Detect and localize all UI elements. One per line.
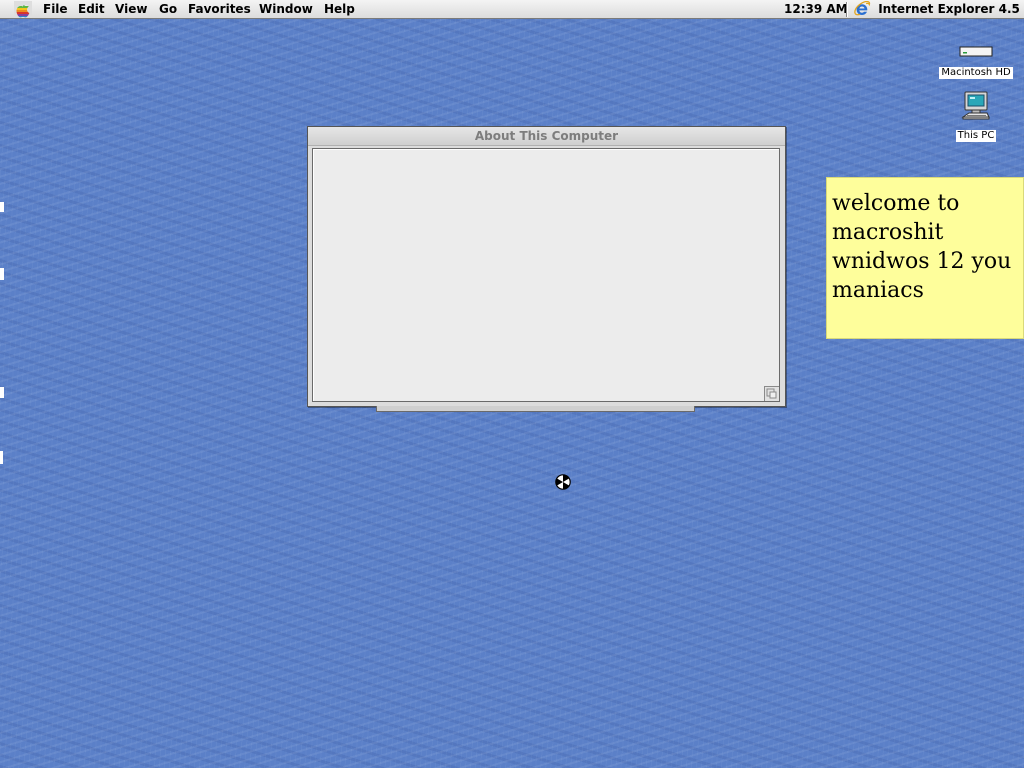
- busy-beachball-icon: [555, 474, 571, 490]
- resize-grow-box[interactable]: [764, 386, 779, 401]
- application-menu[interactable]: Internet Explorer 4.5: [853, 1, 1020, 18]
- window-title: About This Computer: [474, 129, 619, 143]
- sticky-note[interactable]: welcome to macroshit wnidwos 12 you mani…: [826, 177, 1024, 339]
- sticky-note-text[interactable]: welcome to macroshit wnidwos 12 you mani…: [832, 189, 1019, 305]
- window-bottom-tab: [376, 406, 695, 412]
- macintosh-hd-label: Macintosh HD: [939, 67, 1013, 79]
- menubar-clock[interactable]: 12:39 AM: [784, 2, 848, 17]
- computer-icon: [961, 91, 990, 120]
- window-content-area: [312, 148, 780, 402]
- this-pc-label: This PC: [955, 130, 997, 142]
- desktop-icon-this-pc[interactable]: This PC: [948, 90, 1004, 142]
- menu-window[interactable]: Window: [259, 2, 313, 17]
- resize-icon: [766, 388, 777, 399]
- about-this-computer-window[interactable]: About This Computer: [307, 126, 786, 407]
- desktop-icon-macintosh-hd[interactable]: Macintosh HD: [938, 45, 1014, 79]
- apple-menu-icon[interactable]: [14, 1, 32, 18]
- offscreen-icon-label-3[interactable]: [0, 387, 4, 398]
- menu-file[interactable]: File: [43, 2, 68, 17]
- active-app-name: Internet Explorer 4.5: [878, 2, 1020, 16]
- menu-help[interactable]: Help: [324, 2, 355, 17]
- menu-edit[interactable]: Edit: [78, 2, 105, 17]
- menu-view[interactable]: View: [115, 2, 147, 17]
- menu-bar: File Edit View Go Favorites Window Help …: [0, 0, 1024, 19]
- window-title-bar[interactable]: About This Computer: [308, 127, 785, 146]
- internet-explorer-icon: [854, 1, 871, 16]
- offscreen-icon-label-2[interactable]: [0, 268, 4, 280]
- hard-drive-icon: [959, 46, 993, 57]
- menu-go[interactable]: Go: [159, 2, 177, 17]
- menubar-divider: [846, 2, 848, 17]
- offscreen-icon-label-1[interactable]: [0, 202, 4, 212]
- offscreen-icon-label-4[interactable]: [0, 451, 3, 464]
- menu-favorites[interactable]: Favorites: [188, 2, 251, 17]
